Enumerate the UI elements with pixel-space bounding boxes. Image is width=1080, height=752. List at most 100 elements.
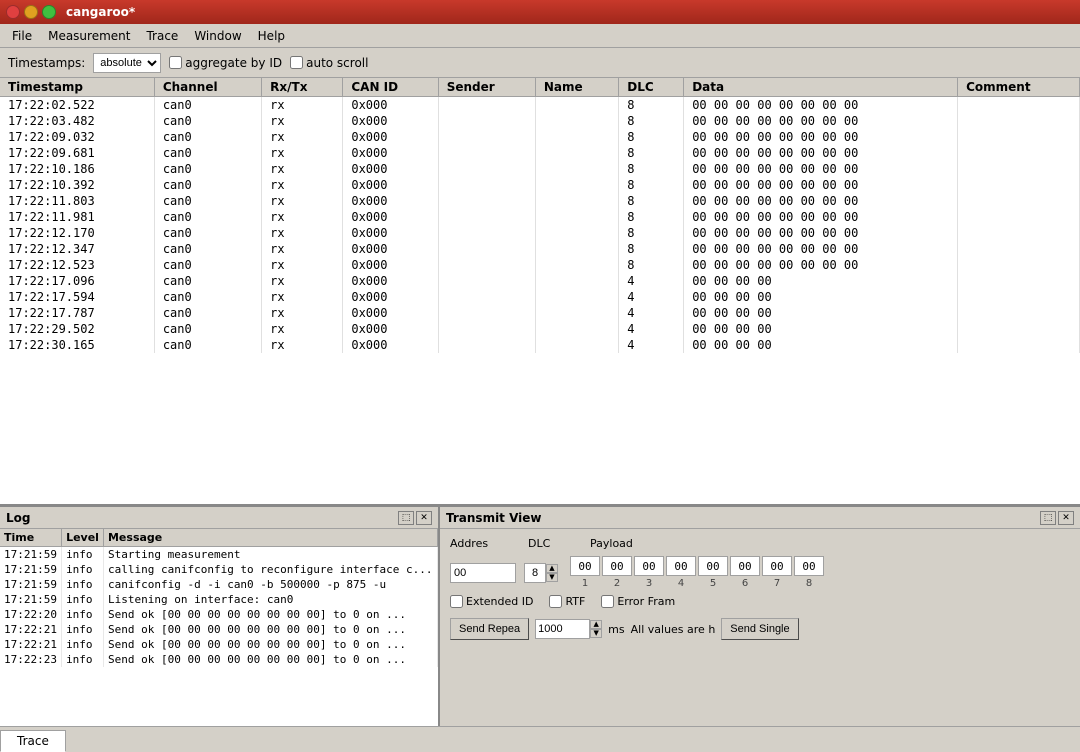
log-row[interactable]: 17:21:59 info calling canifconfig to rec…	[0, 562, 438, 577]
dlc-spinner[interactable]: ▲ ▼	[524, 563, 558, 583]
tab-bar: Trace	[0, 726, 1080, 752]
table-row[interactable]: 17:22:17.594 can0 rx 0x000 4 00 00 00 00	[0, 289, 1080, 305]
cell-sender	[438, 225, 535, 241]
address-input[interactable]	[450, 563, 516, 583]
cell-channel: can0	[154, 257, 261, 273]
table-row[interactable]: 17:22:29.502 can0 rx 0x000 4 00 00 00 00	[0, 321, 1080, 337]
all-values-label: All values are h	[631, 623, 716, 636]
table-row[interactable]: 17:22:12.523 can0 rx 0x000 8 00 00 00 00…	[0, 257, 1080, 273]
maximize-button[interactable]	[42, 5, 56, 19]
payload-5[interactable]	[698, 556, 728, 576]
log-cell-message: Send ok [00 00 00 00 00 00 00 00] to 0 o…	[103, 637, 437, 652]
error-frame-label[interactable]: Error Fram	[601, 595, 675, 608]
table-row[interactable]: 17:22:03.482 can0 rx 0x000 8 00 00 00 00…	[0, 113, 1080, 129]
cell-data: 00 00 00 00 00 00 00 00	[684, 209, 958, 225]
payload-7[interactable]	[762, 556, 792, 576]
cell-name	[535, 193, 618, 209]
transmit-float-button[interactable]: ⬚	[1040, 511, 1056, 525]
transmit-close-button[interactable]: ✕	[1058, 511, 1074, 525]
dlc-up-button[interactable]: ▲	[546, 564, 558, 573]
cell-channel: can0	[154, 273, 261, 289]
repeat-spin-buttons[interactable]: ▲ ▼	[590, 620, 602, 638]
cell-name	[535, 97, 618, 114]
repeat-spinner[interactable]: ▲ ▼	[535, 619, 602, 639]
log-row[interactable]: 17:21:59 info Starting measurement	[0, 547, 438, 563]
repeat-up-button[interactable]: ▲	[590, 620, 602, 629]
payload-4[interactable]	[666, 556, 696, 576]
col-data: Data	[684, 78, 958, 97]
repeat-input[interactable]	[535, 619, 590, 639]
autoscroll-checkbox-label[interactable]: auto scroll	[290, 56, 368, 70]
close-button[interactable]	[6, 5, 20, 19]
dlc-spin-buttons[interactable]: ▲ ▼	[546, 564, 558, 582]
payload-8[interactable]	[794, 556, 824, 576]
dlc-input[interactable]	[524, 563, 546, 583]
repeat-down-button[interactable]: ▼	[590, 629, 602, 638]
menu-window[interactable]: Window	[186, 27, 249, 45]
extended-id-checkbox[interactable]	[450, 595, 463, 608]
payload-num-7: 7	[762, 578, 792, 589]
menu-measurement[interactable]: Measurement	[40, 27, 138, 45]
log-close-button[interactable]: ✕	[416, 511, 432, 525]
rtf-label[interactable]: RTF	[549, 595, 585, 608]
log-row[interactable]: 17:21:59 info Listening on interface: ca…	[0, 592, 438, 607]
cell-rxtx: rx	[262, 273, 343, 289]
cell-data: 00 00 00 00	[684, 321, 958, 337]
error-frame-checkbox[interactable]	[601, 595, 614, 608]
send-single-button[interactable]: Send Single	[721, 618, 798, 640]
transmit-header-buttons[interactable]: ⬚ ✕	[1040, 511, 1074, 525]
log-row[interactable]: 17:22:23 info Send ok [00 00 00 00 00 00…	[0, 652, 438, 667]
table-row[interactable]: 17:22:11.803 can0 rx 0x000 8 00 00 00 00…	[0, 193, 1080, 209]
payload-1[interactable]	[570, 556, 600, 576]
table-row[interactable]: 17:22:10.186 can0 rx 0x000 8 00 00 00 00…	[0, 161, 1080, 177]
table-row[interactable]: 17:22:11.981 can0 rx 0x000 8 00 00 00 00…	[0, 209, 1080, 225]
log-row[interactable]: 17:22:20 info Send ok [00 00 00 00 00 00…	[0, 607, 438, 622]
cell-rxtx: rx	[262, 209, 343, 225]
dlc-down-button[interactable]: ▼	[546, 573, 558, 582]
minimize-button[interactable]	[24, 5, 38, 19]
aggregate-checkbox[interactable]	[169, 56, 182, 69]
trace-scroll[interactable]: Timestamp Channel Rx/Tx CAN ID Sender Na…	[0, 78, 1080, 504]
cell-rxtx: rx	[262, 225, 343, 241]
cell-canid: 0x000	[343, 305, 438, 321]
send-repeat-button[interactable]: Send Repea	[450, 618, 529, 640]
log-float-button[interactable]: ⬚	[398, 511, 414, 525]
cell-canid: 0x000	[343, 289, 438, 305]
table-row[interactable]: 17:22:12.347 can0 rx 0x000 8 00 00 00 00…	[0, 241, 1080, 257]
timestamps-select[interactable]: absolute relative delta	[93, 53, 161, 73]
menu-file[interactable]: File	[4, 27, 40, 45]
table-row[interactable]: 17:22:09.032 can0 rx 0x000 8 00 00 00 00…	[0, 129, 1080, 145]
table-row[interactable]: 17:22:17.787 can0 rx 0x000 4 00 00 00 00	[0, 305, 1080, 321]
extended-id-label[interactable]: Extended ID	[450, 595, 533, 608]
table-row[interactable]: 17:22:17.096 can0 rx 0x000 4 00 00 00 00	[0, 273, 1080, 289]
timestamps-label: Timestamps:	[8, 56, 85, 70]
table-row[interactable]: 17:22:30.165 can0 rx 0x000 4 00 00 00 00	[0, 337, 1080, 353]
menu-trace[interactable]: Trace	[138, 27, 186, 45]
payload-6[interactable]	[730, 556, 760, 576]
table-row[interactable]: 17:22:09.681 can0 rx 0x000 8 00 00 00 00…	[0, 145, 1080, 161]
payload-3[interactable]	[634, 556, 664, 576]
aggregate-checkbox-label[interactable]: aggregate by ID	[169, 56, 282, 70]
table-row[interactable]: 17:22:10.392 can0 rx 0x000 8 00 00 00 00…	[0, 177, 1080, 193]
cell-dlc: 8	[619, 129, 684, 145]
log-row[interactable]: 17:21:59 info canifconfig -d -i can0 -b …	[0, 577, 438, 592]
log-table-container[interactable]: Time Level Message 17:21:59 info Startin…	[0, 529, 438, 726]
payload-2[interactable]	[602, 556, 632, 576]
window-controls[interactable]	[6, 5, 56, 19]
cell-name	[535, 145, 618, 161]
menu-help[interactable]: Help	[250, 27, 293, 45]
payload-col-label: Payload	[590, 537, 633, 550]
col-comment: Comment	[958, 78, 1080, 97]
tab-trace[interactable]: Trace	[0, 730, 66, 752]
cell-data: 00 00 00 00 00 00 00 00	[684, 193, 958, 209]
table-row[interactable]: 17:22:02.522 can0 rx 0x000 8 00 00 00 00…	[0, 97, 1080, 114]
rtf-checkbox[interactable]	[549, 595, 562, 608]
cell-data: 00 00 00 00 00 00 00 00	[684, 97, 958, 114]
log-row[interactable]: 17:22:21 info Send ok [00 00 00 00 00 00…	[0, 622, 438, 637]
log-header-buttons[interactable]: ⬚ ✕	[398, 511, 432, 525]
autoscroll-checkbox[interactable]	[290, 56, 303, 69]
log-row[interactable]: 17:22:21 info Send ok [00 00 00 00 00 00…	[0, 637, 438, 652]
cell-dlc: 8	[619, 193, 684, 209]
table-row[interactable]: 17:22:12.170 can0 rx 0x000 8 00 00 00 00…	[0, 225, 1080, 241]
cell-timestamp: 17:22:09.681	[0, 145, 154, 161]
